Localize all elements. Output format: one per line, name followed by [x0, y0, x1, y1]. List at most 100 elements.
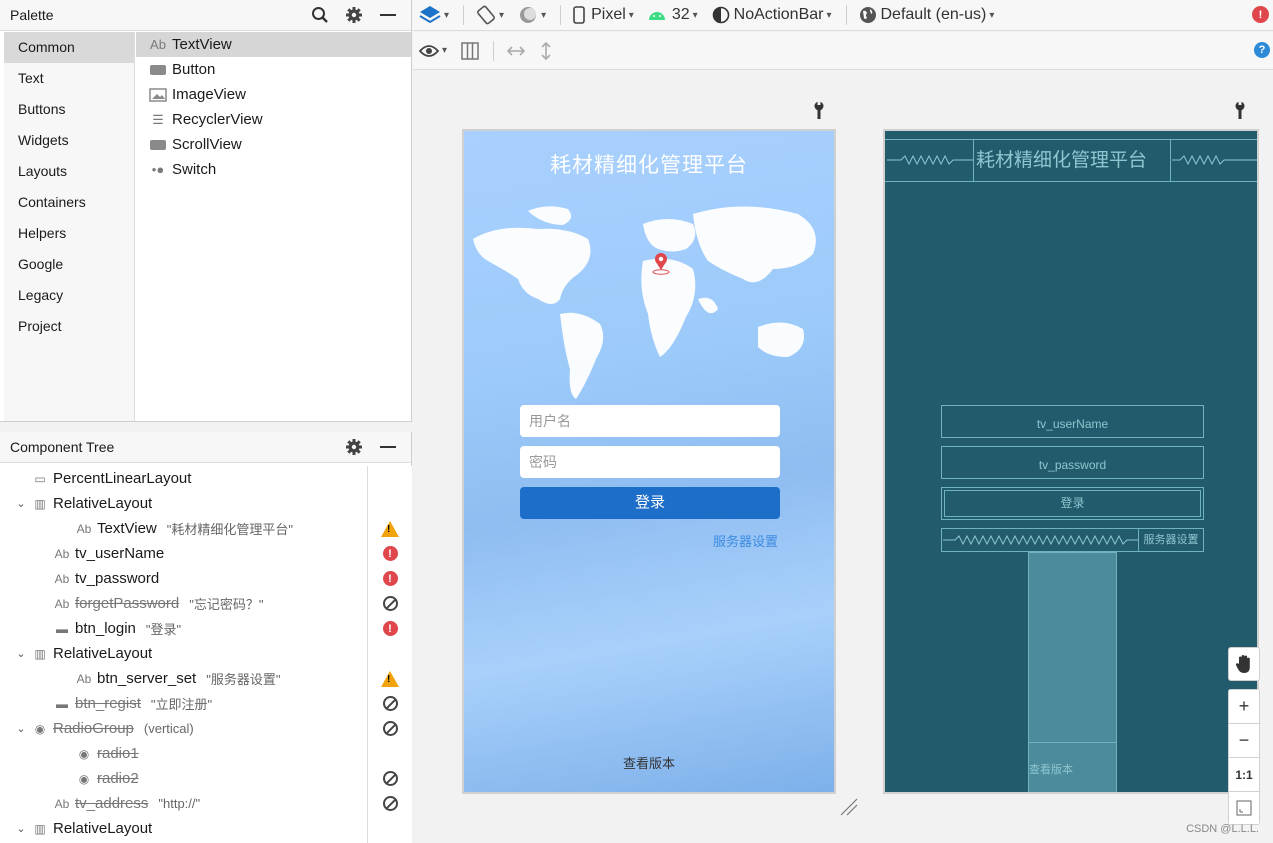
gear-icon[interactable]	[341, 2, 367, 28]
palette-item-button[interactable]: Button	[136, 57, 411, 82]
blueprint-login[interactable]: 登录	[941, 487, 1204, 520]
tree-row[interactable]: ⌄ ◉ RadioGroup (vertical)	[4, 716, 367, 741]
zoom-actual-size-button[interactable]: 1:1	[1228, 757, 1260, 791]
palette-title: Palette	[10, 7, 54, 23]
visibility-off-icon[interactable]	[368, 791, 412, 816]
chevron-down-icon[interactable]: ⌄	[12, 497, 30, 510]
warning-icon[interactable]: !	[368, 516, 412, 541]
design-surface-button[interactable]: ▾	[419, 4, 449, 26]
palette-category-helpers[interactable]: Helpers	[4, 218, 134, 249]
palette-category-widgets[interactable]: Widgets	[4, 125, 134, 156]
palette-item-label: ImageView	[172, 86, 246, 103]
tree-row[interactable]: ⌄ ▥ RelativeLayout	[4, 641, 367, 666]
empty-status	[368, 491, 412, 516]
layout-guides-button[interactable]	[461, 41, 479, 60]
toolbar-separator	[845, 5, 847, 25]
pan-button[interactable]	[1228, 647, 1260, 681]
orientation-button[interactable]: ▾	[476, 5, 504, 25]
rotate-icon	[477, 5, 495, 25]
palette-item-recyclerview[interactable]: ☰ RecyclerView	[136, 107, 411, 132]
palette-item-label: Switch	[172, 161, 217, 178]
radiogroup-icon: ◉	[34, 721, 46, 736]
error-icon[interactable]: !	[368, 541, 412, 566]
blueprint-password[interactable]: tv_password	[941, 446, 1204, 479]
zoom-in-button[interactable]: +	[1228, 689, 1260, 723]
help-icon[interactable]: ?	[1254, 42, 1270, 58]
view-options-button[interactable]: ▾	[419, 44, 447, 58]
password-field[interactable]: 密码	[520, 446, 780, 478]
minimize-icon[interactable]	[375, 434, 401, 460]
tree-row[interactable]: Ab btn_server_set "服务器设置"	[4, 666, 367, 691]
palette-categories: Common Text Buttons Widgets Layouts Container…	[4, 32, 135, 421]
horizontal-expand-button[interactable]	[506, 45, 526, 57]
tree-row-name: RelativeLayout	[53, 495, 153, 512]
chevron-down-icon[interactable]: ⌄	[12, 822, 30, 835]
minimize-icon[interactable]	[375, 2, 401, 28]
search-icon[interactable]	[307, 2, 333, 28]
tree-row[interactable]: ◉ radio1	[4, 741, 367, 766]
wrench-icon[interactable]	[812, 101, 826, 119]
palette-category-buttons[interactable]: Buttons	[4, 94, 134, 125]
palette-item-textview[interactable]: Ab TextView	[136, 32, 411, 57]
server-settings-link[interactable]: 服务器设置	[713, 531, 778, 550]
gear-icon[interactable]	[341, 434, 367, 460]
tree-row[interactable]: ◉ radio2	[4, 766, 367, 791]
design-canvas[interactable]: 耗材精细化管理平台 用户名 密码 登录 服务器设置 查看版本 耗材精细化管理平台…	[413, 71, 1273, 843]
locale-selector[interactable]: Default (en-us) ▾	[859, 6, 994, 24]
design-preview[interactable]: 耗材精细化管理平台 用户名 密码 登录 服务器设置 查看版本	[462, 129, 836, 794]
tree-row[interactable]: ⌄ ▥ RelativeLayout	[4, 491, 367, 516]
palette-item-scrollview[interactable]: ScrollView	[136, 132, 411, 157]
plus-icon: +	[1238, 696, 1250, 716]
tree-row[interactable]: Ab tv_address "http://"	[4, 791, 367, 816]
button-icon: ▬	[56, 621, 68, 636]
palette-category-project[interactable]: Project	[4, 311, 134, 342]
palette-category-common[interactable]: Common	[4, 32, 134, 63]
palette-category-legacy[interactable]: Legacy	[4, 280, 134, 311]
visibility-off-icon[interactable]	[368, 716, 412, 741]
device-selector[interactable]: Pixel ▾	[573, 6, 634, 24]
theme-selector[interactable]: NoActionBar ▾	[712, 6, 832, 24]
palette-category-containers[interactable]: Containers	[4, 187, 134, 218]
visibility-off-icon[interactable]	[368, 691, 412, 716]
username-field[interactable]: 用户名	[520, 405, 780, 437]
tree-row[interactable]: Ab tv_password	[4, 566, 367, 591]
chevron-down-icon[interactable]: ⌄	[12, 647, 30, 660]
vertical-expand-button[interactable]	[540, 41, 552, 61]
warning-icon[interactable]: !	[368, 666, 412, 691]
tree-row[interactable]: ⌄ ▥ RelativeLayout	[4, 816, 367, 841]
blueprint-title[interactable]: 耗材精细化管理平台	[973, 139, 1171, 182]
palette-category-layouts[interactable]: Layouts	[4, 156, 134, 187]
palette-item-imageview[interactable]: ImageView	[136, 82, 411, 107]
blueprint-radio-group[interactable]	[1028, 552, 1117, 743]
palette-category-text[interactable]: Text	[4, 63, 134, 94]
error-indicator-icon[interactable]: !	[1252, 6, 1269, 23]
login-button[interactable]: 登录	[520, 487, 780, 519]
empty-status	[368, 816, 412, 841]
resize-handle-icon[interactable]	[839, 797, 859, 817]
app-title[interactable]: 耗材精细化管理平台	[464, 149, 834, 179]
error-icon[interactable]: !	[368, 616, 412, 641]
tree-row[interactable]: Ab TextView "耗材精细化管理平台"	[4, 516, 367, 541]
palette-category-google[interactable]: Google	[4, 249, 134, 280]
blueprint-preview[interactable]: 耗材精细化管理平台 tv_userName tv_password 登录 服务器…	[883, 129, 1259, 794]
empty-status	[368, 641, 412, 666]
tree-row[interactable]: ▬ btn_regist "立即注册"	[4, 691, 367, 716]
wrench-icon[interactable]	[1233, 101, 1247, 119]
blueprint-username[interactable]: tv_userName	[941, 405, 1204, 438]
error-icon[interactable]: !	[368, 566, 412, 591]
night-mode-button[interactable]: ▾	[518, 5, 546, 25]
zoom-fit-button[interactable]	[1228, 791, 1260, 825]
tree-row[interactable]: Ab forgetPassword "忘记密码？"	[4, 591, 367, 616]
zoom-out-button[interactable]: −	[1228, 723, 1260, 757]
tree-row[interactable]: ▬ btn_login "登录"	[4, 616, 367, 641]
tree-row[interactable]: ▭ PercentLinearLayout	[4, 466, 367, 491]
palette-item-switch[interactable]: •● Switch	[136, 157, 411, 182]
blueprint-server-settings[interactable]: 服务器设置	[1138, 528, 1204, 552]
api-level-selector[interactable]: 32 ▾	[648, 6, 698, 24]
visibility-off-icon[interactable]	[368, 591, 412, 616]
view-version-link[interactable]: 查看版本	[464, 753, 834, 772]
blueprint-version[interactable]: 查看版本	[1028, 742, 1117, 792]
visibility-off-icon[interactable]	[368, 766, 412, 791]
chevron-down-icon[interactable]: ⌄	[12, 722, 30, 735]
tree-row[interactable]: Ab tv_userName	[4, 541, 367, 566]
